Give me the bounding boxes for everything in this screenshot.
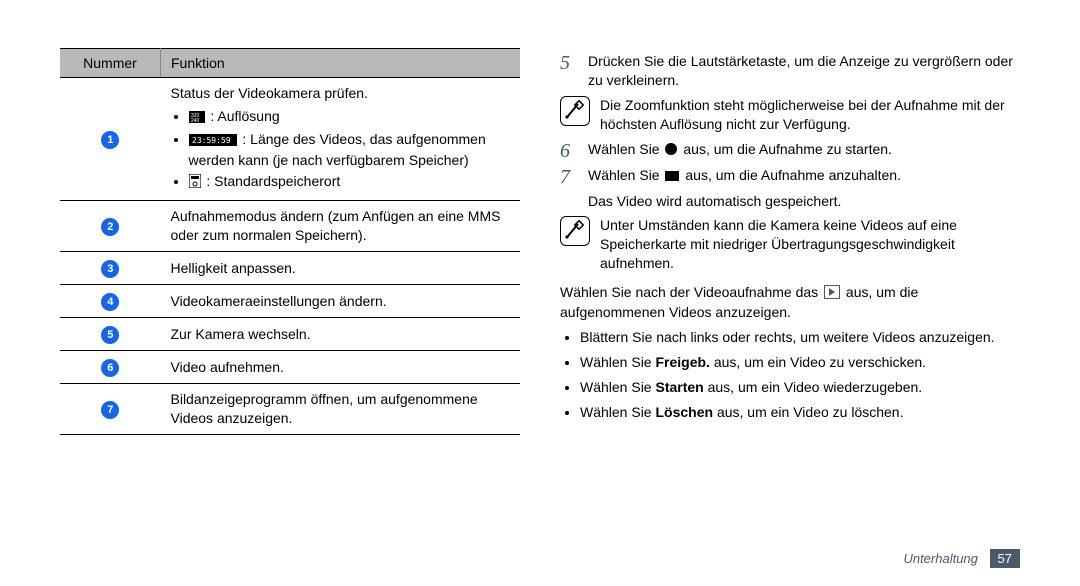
row1-title: Status der Videokamera prüfen.: [171, 85, 368, 101]
step-6: 6 Wählen Sie aus, um die Aufnahme zu sta…: [560, 140, 1020, 162]
list-item: 23:59:59 : Länge des Videos, das aufgeno…: [189, 130, 511, 170]
row-badge: 3: [101, 260, 119, 278]
auto-save-text: Das Video wird automatisch gespeichert.: [588, 192, 1020, 211]
resolution-icon: 320240: [189, 109, 205, 128]
row-badge: 2: [101, 218, 119, 236]
play-icon: [824, 285, 840, 299]
list-item: Wählen Sie Löschen aus, um ein Video zu …: [580, 403, 1020, 422]
note-icon: [560, 96, 590, 126]
storage-icon: [189, 174, 201, 193]
section-title: Unterhaltung: [903, 551, 977, 566]
page-footer: Unterhaltung 57: [903, 549, 1020, 568]
row-badge: 4: [101, 293, 119, 311]
table-row: 1 Status der Videokamera prüfen. 320240 …: [60, 78, 520, 201]
table-row: 3 Helligkeit anpassen.: [60, 252, 520, 285]
svg-text:23:59:59: 23:59:59: [192, 136, 231, 145]
record-icon: [665, 143, 677, 155]
note-zoom: Die Zoomfunktion steht möglicherweise be…: [560, 96, 1020, 134]
list-item: : Standardspeicherort: [189, 172, 511, 193]
list-item: Wählen Sie Freigeb. aus, um ein Video zu…: [580, 353, 1020, 372]
table-row: 5 Zur Kamera wechseln.: [60, 318, 520, 351]
table-row: 6 Video aufnehmen.: [60, 351, 520, 384]
function-table: Nummer Funktion 1 Status der Videokamera…: [60, 48, 520, 435]
list-item: Wählen Sie Starten aus, um ein Video wie…: [580, 378, 1020, 397]
bullet-list: Blättern Sie nach links oder rechts, um …: [560, 328, 1020, 422]
stop-icon: [665, 171, 679, 181]
th-function: Funktion: [161, 49, 521, 78]
playback-para: Wählen Sie nach der Videoaufnahme das au…: [560, 283, 1020, 322]
table-row: 7 Bildanzeigeprogramm öffnen, um aufgeno…: [60, 384, 520, 435]
svg-text:240: 240: [191, 118, 200, 123]
right-column: 5 Drücken Sie die Lautstärketaste, um di…: [560, 48, 1020, 530]
step-7: 7 Wählen Sie aus, um die Aufnahme anzuha…: [560, 166, 1020, 188]
table-row: 2 Aufnahmemodus ändern (zum Anfügen an e…: [60, 201, 520, 252]
step-5: 5 Drücken Sie die Lautstärketaste, um di…: [560, 52, 1020, 90]
list-item: Blättern Sie nach links oder rechts, um …: [580, 328, 1020, 347]
note-sdcard: Unter Umständen kann die Kamera keine Vi…: [560, 216, 1020, 273]
row-badge: 6: [101, 359, 119, 377]
page-number: 57: [990, 549, 1020, 568]
row-badge: 7: [101, 401, 119, 419]
row-badge: 1: [101, 131, 119, 149]
table-row: 4 Videokameraeinstellungen ändern.: [60, 285, 520, 318]
note-icon: [560, 216, 590, 246]
left-column: Nummer Funktion 1 Status der Videokamera…: [60, 48, 520, 530]
timecode-icon: 23:59:59: [189, 132, 237, 151]
list-item: 320240 : Auflösung: [189, 107, 511, 128]
row-badge: 5: [101, 326, 119, 344]
th-number: Nummer: [60, 49, 161, 78]
